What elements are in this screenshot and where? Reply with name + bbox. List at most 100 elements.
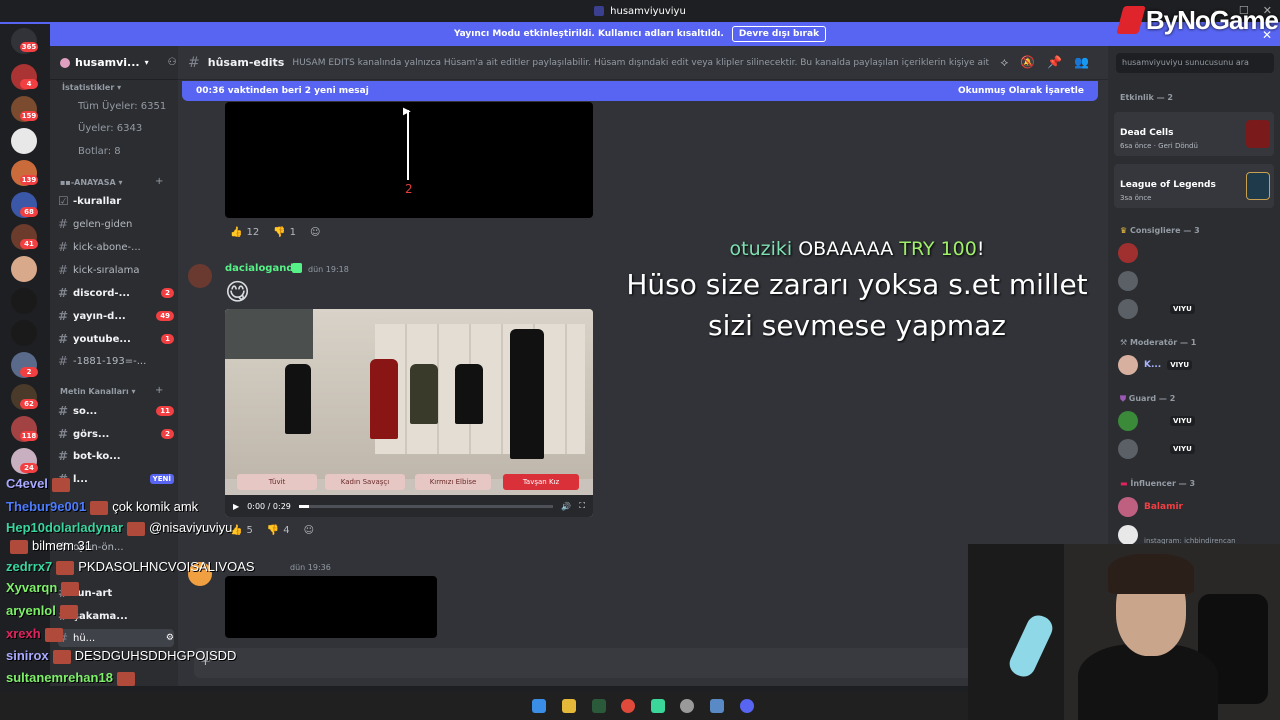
server-icon[interactable] <box>11 128 37 154</box>
reaction-thumbs-down[interactable]: 👎 4 <box>267 525 290 536</box>
server-badge: 159 <box>20 111 38 121</box>
role-header-label: Moderatör — 1 <box>1129 338 1197 347</box>
reaction-thumbs-up[interactable]: 👍 12 <box>230 227 259 238</box>
mute-icon[interactable]: 🔕 <box>1020 55 1035 70</box>
message-input[interactable]: + <box>194 648 1098 678</box>
category-stats[interactable]: İstatistikler ▾ <box>62 83 121 92</box>
avatar <box>1118 525 1138 545</box>
thumbs-up-icon: 👍 <box>230 227 243 238</box>
server-icon[interactable] <box>11 320 37 346</box>
activity-card[interactable]: League of Legends 3sa önce <box>1114 164 1274 208</box>
channel-item[interactable]: #l...YENİ <box>58 470 174 488</box>
settings-icon[interactable]: ⚙ <box>166 633 174 643</box>
start-icon[interactable] <box>532 699 546 713</box>
mark-as-read-button[interactable]: Okunmuş Olarak İşaretle <box>958 86 1084 96</box>
add-channel-icon[interactable]: + <box>155 176 163 187</box>
member-tag: VIYU <box>1167 360 1193 370</box>
app-icon[interactable] <box>710 699 724 713</box>
channel-item[interactable]: # discord-... 2 <box>58 284 174 302</box>
member-list: husamviyuviyu sunucusunu ara Etkinlik — … <box>1108 46 1280 546</box>
channel-item[interactable]: # görs... 2 <box>58 425 174 443</box>
server-icon[interactable] <box>11 256 37 282</box>
reaction-thumbs-up[interactable]: 👍 5 <box>230 525 253 536</box>
play-icon[interactable]: ▶ <box>403 106 411 117</box>
chrome-icon[interactable] <box>621 699 635 713</box>
hash-icon: # <box>58 427 69 441</box>
volume-icon[interactable]: 🔊 <box>561 502 571 511</box>
highlight-text: TRY 100 <box>899 238 977 260</box>
hash-icon: # <box>58 217 69 231</box>
category-text-channels[interactable]: Metin Kanalları ▾ <box>60 387 136 396</box>
stat-all-members: Tüm Üyeler: 6351 <box>78 101 167 112</box>
threads-icon[interactable]: ⟡ <box>1000 55 1008 70</box>
fullscreen-icon[interactable]: ⛶ <box>579 501 585 511</box>
member-item[interactable]: Balamir <box>1118 496 1274 518</box>
chevron-down-icon: ▾ <box>144 58 149 67</box>
add-reaction-icon[interactable]: ☺ <box>310 227 320 238</box>
channel-header: # hûsam-edits HÜSAM EDİTS kanalında yaln… <box>178 46 1108 80</box>
channel-label: hü... <box>73 632 96 644</box>
pin-icon[interactable]: 📌 <box>1047 55 1062 70</box>
add-reaction-icon[interactable]: ☺ <box>304 525 314 536</box>
channel-item[interactable]: # yayın-d... 49 <box>58 307 174 325</box>
member-item[interactable] <box>1118 270 1274 292</box>
channel-item[interactable]: # -1881-193=-... <box>58 352 174 370</box>
video-attachment[interactable]: ▶ 2 <box>225 102 593 218</box>
member-item[interactable] <box>1118 242 1274 264</box>
member-item[interactable]: instagram: ichbindirencan <box>1118 524 1274 546</box>
streamer-webcam <box>968 544 1280 720</box>
video-attachment[interactable] <box>225 576 437 638</box>
chat-message: bilmem 31 <box>6 538 92 554</box>
file-explorer-icon[interactable] <box>562 699 576 713</box>
channel-item[interactable]: # kick-sıralama <box>58 261 174 279</box>
activity-card[interactable]: Dead Cells 6sa önce · Geri Döndü <box>1114 112 1274 156</box>
hash-icon: # <box>58 263 69 277</box>
members-icon[interactable]: 👥 <box>1074 55 1089 70</box>
disable-streamer-mode-button[interactable]: Devre dışı bırak <box>731 26 827 42</box>
channel-item[interactable]: # so... 11 <box>58 402 174 420</box>
reactions: 👍 5 👎 4 ☺ <box>230 525 314 536</box>
search-input[interactable]: husamviyuviyu sunucusunu ara <box>1116 53 1274 73</box>
app-icon[interactable] <box>651 699 665 713</box>
server-badge: 24 <box>20 463 38 473</box>
chat-username: Hep10dolarladynar <box>6 520 124 535</box>
video-progress-bar[interactable] <box>298 504 554 508</box>
channel-item[interactable]: ☑ -kurallar <box>58 192 174 210</box>
reaction-thumbs-down[interactable]: 👎 1 <box>273 227 296 238</box>
highlight-message: Hüso size zararı yoksa s.et millet <box>626 268 1088 301</box>
app-icon[interactable] <box>680 699 694 713</box>
video-attachment[interactable]: Tüvit Kadın Savaşçı Kırmızı Elbise Tavşa… <box>225 309 593 517</box>
kick-server-icon[interactable] <box>11 288 37 314</box>
new-messages-bar[interactable]: 00:36 vaktinden beri 2 yeni mesaj Okunmu… <box>182 81 1098 101</box>
server-badge: 62 <box>20 399 38 409</box>
avatar[interactable] <box>188 264 212 288</box>
chat-message: xrexh <box>6 626 67 642</box>
avatar <box>1118 497 1138 517</box>
add-member-icon[interactable]: ⚇ <box>168 57 177 68</box>
chat-username: xrexh <box>6 626 41 641</box>
play-icon[interactable]: ▶ <box>233 502 239 511</box>
channel-item-selected[interactable]: # hü... ⚙ <box>58 629 174 647</box>
channel-item[interactable]: # gelen-giden <box>58 215 174 233</box>
chat-message: Thebur9e001 çok komik amk <box>6 499 198 515</box>
message-timestamp: dün 19:18 <box>308 265 349 274</box>
add-channel-icon[interactable]: + <box>155 385 163 396</box>
discord-icon[interactable] <box>740 699 754 713</box>
server-header[interactable]: husamvi... ▾ ⚇ <box>50 46 178 80</box>
terminal-icon[interactable] <box>592 699 606 713</box>
channel-topic[interactable]: HÜSAM EDİTS kanalında yalnızca Hüsam'a a… <box>292 58 992 68</box>
chat-message: zedrrx7 PKDASOLHNCVOISALIVOAS <box>6 559 255 575</box>
member-item[interactable]: K... VIYU <box>1118 354 1274 376</box>
channel-label: şakama... <box>73 610 128 622</box>
channel-item[interactable]: # kick-abone-... <box>58 238 174 256</box>
member-item[interactable]: VIYU <box>1118 438 1274 460</box>
member-item[interactable]: VIYU <box>1118 298 1274 320</box>
member-item[interactable]: VIYU <box>1118 410 1274 432</box>
avatar <box>1118 271 1138 291</box>
screen: husamviyuviyu — ☐ ✕ Yayıncı Modu etkinle… <box>0 0 1280 720</box>
channel-item[interactable]: # bot-ko... <box>58 447 174 465</box>
category-anayasa[interactable]: ▪▪-ANAYASA ▾ <box>60 178 122 187</box>
stat-members: Üyeler: 6343 <box>78 123 143 134</box>
activity-header: Etkinlik — 2 <box>1120 93 1173 102</box>
channel-item[interactable]: # youtube... 1 <box>58 330 174 348</box>
